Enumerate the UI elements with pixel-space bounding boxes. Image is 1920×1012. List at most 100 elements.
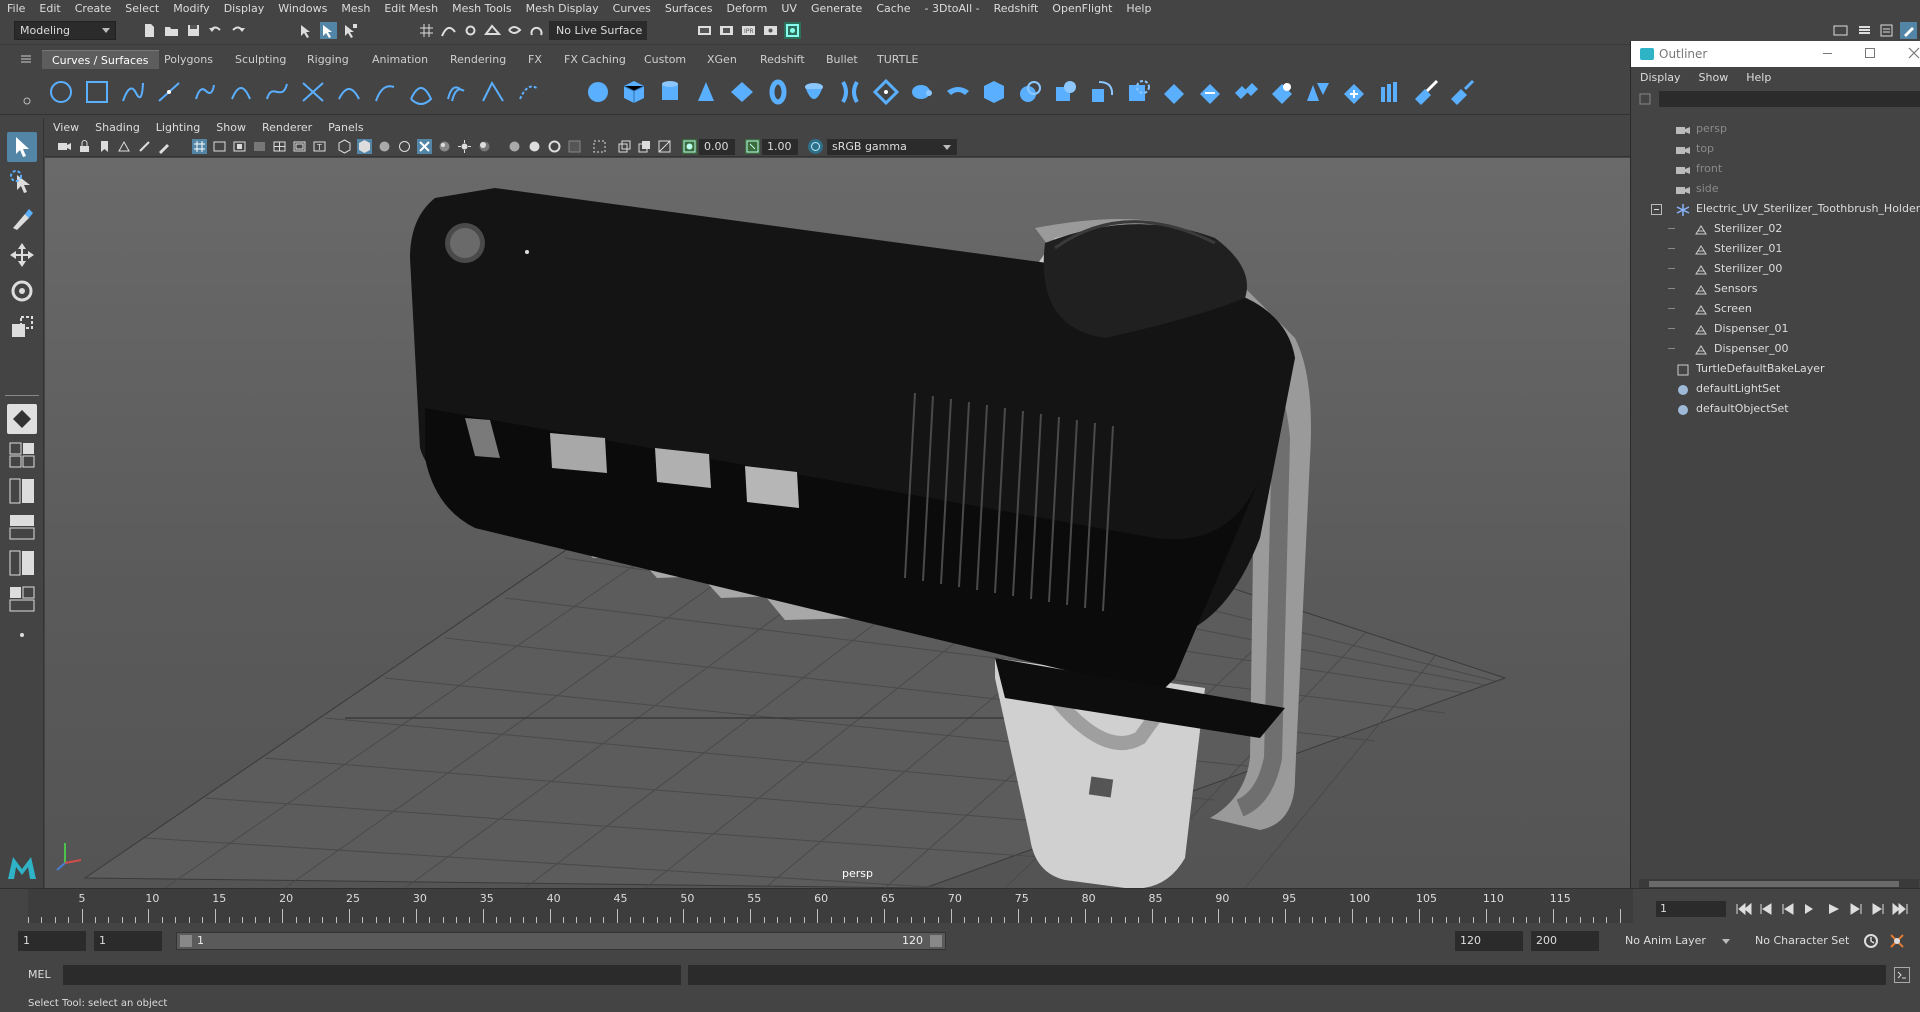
menu-file[interactable]: File bbox=[0, 0, 32, 17]
xray-joints-icon[interactable] bbox=[617, 139, 632, 154]
outliner-item-sterilizer-01[interactable]: Sterilizer_01 bbox=[1631, 239, 1920, 259]
attach-curves-icon[interactable] bbox=[300, 79, 326, 105]
outliner-menu-display[interactable]: Display bbox=[1631, 69, 1690, 87]
range-start-handle[interactable] bbox=[180, 935, 192, 947]
new-scene-icon[interactable] bbox=[141, 22, 158, 39]
outliner-layout-icon[interactable] bbox=[7, 584, 37, 614]
outliner-item-dispenser-00[interactable]: Dispenser_00 bbox=[1631, 339, 1920, 359]
menu-edit-mesh[interactable]: Edit Mesh bbox=[377, 0, 445, 17]
xray-icon[interactable] bbox=[417, 139, 432, 154]
select-component-icon[interactable] bbox=[342, 22, 359, 39]
menu-curves[interactable]: Curves bbox=[606, 0, 658, 17]
attach-surfaces-icon[interactable] bbox=[1233, 79, 1259, 105]
channel-box-icon[interactable] bbox=[1856, 22, 1873, 39]
lasso-tool-icon[interactable] bbox=[7, 168, 37, 198]
gamma-field[interactable]: 1.00 bbox=[762, 139, 798, 155]
bookmark-icon[interactable] bbox=[97, 139, 112, 154]
wireframe-icon[interactable] bbox=[337, 139, 352, 154]
script-editor-icon[interactable] bbox=[1894, 967, 1910, 983]
mode-selector[interactable]: Modeling bbox=[14, 21, 116, 40]
menu-windows[interactable]: Windows bbox=[271, 0, 334, 17]
close-icon[interactable] bbox=[1907, 45, 1920, 61]
nurbs-sphere-icon[interactable] bbox=[585, 79, 611, 105]
insert-knot-icon[interactable] bbox=[372, 79, 398, 105]
tab-fx[interactable]: FX bbox=[518, 50, 552, 69]
ipr-render-icon[interactable]: IPR bbox=[740, 22, 757, 39]
color-management-icon[interactable] bbox=[808, 139, 823, 154]
undo-icon[interactable] bbox=[207, 22, 224, 39]
arc-tool-icon[interactable] bbox=[228, 79, 254, 105]
tab-xgen[interactable]: XGen bbox=[697, 50, 747, 69]
paint-select-tool-icon[interactable] bbox=[7, 204, 37, 234]
xray-active-icon[interactable] bbox=[637, 139, 652, 154]
rebuild-curve-icon[interactable] bbox=[480, 79, 506, 105]
hypershade-layout-icon[interactable] bbox=[7, 548, 37, 578]
menu-edit[interactable]: Edit bbox=[32, 0, 67, 17]
ambient-occlusion-icon[interactable] bbox=[507, 139, 522, 154]
render-view-icon[interactable] bbox=[696, 22, 713, 39]
menu-uv[interactable]: UV bbox=[774, 0, 804, 17]
range-end-handle[interactable] bbox=[930, 935, 942, 947]
snap-grid-icon[interactable] bbox=[418, 22, 435, 39]
snap-curve-icon[interactable] bbox=[440, 22, 457, 39]
viewport-menu-show[interactable]: Show bbox=[208, 121, 254, 134]
playback-range-slider[interactable]: 1 120 bbox=[176, 932, 946, 950]
viewport-menu-panels[interactable]: Panels bbox=[320, 121, 371, 134]
nurbs-plane-icon[interactable] bbox=[729, 79, 755, 105]
render-current-frame-icon[interactable] bbox=[718, 22, 735, 39]
scene-end-field[interactable]: 200 bbox=[1531, 931, 1599, 951]
tab-bullet[interactable]: Bullet bbox=[816, 50, 868, 69]
outliner-item-sterilizer-02[interactable]: Sterilizer_02 bbox=[1631, 219, 1920, 239]
viewport-menu-view[interactable]: View bbox=[45, 121, 87, 134]
save-scene-icon[interactable] bbox=[185, 22, 202, 39]
intersect-surfaces-icon[interactable] bbox=[1125, 79, 1151, 105]
persp-graph-layout-icon[interactable] bbox=[7, 512, 37, 542]
menu-create[interactable]: Create bbox=[68, 0, 119, 17]
scale-tool-icon[interactable] bbox=[7, 312, 37, 342]
playback-start-field[interactable]: 1 bbox=[94, 931, 162, 951]
outliner-item-default-light-set[interactable]: defaultLightSet bbox=[1631, 379, 1920, 399]
snap-live-icon[interactable] bbox=[506, 22, 523, 39]
tab-fx-caching[interactable]: FX Caching bbox=[554, 50, 636, 69]
tool-settings-icon[interactable] bbox=[1900, 22, 1917, 39]
exposure-field[interactable]: 0.00 bbox=[699, 139, 735, 155]
menu-redshift[interactable]: Redshift bbox=[987, 0, 1046, 17]
use-all-lights-icon[interactable] bbox=[457, 139, 472, 154]
grid-toggle-icon[interactable] bbox=[192, 139, 207, 154]
untrim-icon[interactable] bbox=[1197, 79, 1223, 105]
bevel-plus-icon[interactable] bbox=[1053, 79, 1079, 105]
snap-view-plane-icon[interactable] bbox=[484, 22, 502, 39]
gamma-icon[interactable] bbox=[745, 139, 760, 154]
collapse-icon[interactable] bbox=[1651, 204, 1662, 215]
camera-icon[interactable] bbox=[57, 139, 72, 154]
detach-curves-icon[interactable] bbox=[336, 79, 362, 105]
resolution-gate-icon[interactable] bbox=[232, 139, 247, 154]
time-slider[interactable]: 1 5 10 15 20 25 30 35 40 45 50 55 60 65 70 75 80 85 90 95 1… bbox=[0, 888, 1920, 923]
command-input[interactable] bbox=[63, 965, 681, 985]
outliner-item-persp[interactable]: persp bbox=[1631, 119, 1920, 139]
outliner-item-default-object-set[interactable]: defaultObjectSet bbox=[1631, 399, 1920, 419]
depth-of-field-icon[interactable] bbox=[567, 139, 582, 154]
extend-surfaces-icon[interactable] bbox=[1413, 79, 1439, 105]
rotate-tool-icon[interactable] bbox=[7, 276, 37, 306]
rebuild-surfaces-icon[interactable] bbox=[1449, 79, 1475, 105]
snap-point-icon[interactable] bbox=[462, 22, 479, 39]
viewport-menu-lighting[interactable]: Lighting bbox=[148, 121, 208, 134]
anim-prefs-icon[interactable] bbox=[1888, 932, 1906, 950]
anti-aliasing-icon[interactable] bbox=[547, 139, 562, 154]
open-close-surfaces-icon[interactable] bbox=[1341, 79, 1367, 105]
menu-cache[interactable]: Cache bbox=[869, 0, 917, 17]
cv-curve-icon[interactable] bbox=[120, 79, 146, 105]
shelf-menu-icon[interactable] bbox=[20, 53, 32, 65]
render-settings-icon[interactable] bbox=[762, 22, 779, 39]
outliner-menu-help[interactable]: Help bbox=[1737, 69, 1780, 87]
outliner-hscroll-thumb[interactable] bbox=[1649, 881, 1899, 887]
outliner-item-top[interactable]: top bbox=[1631, 139, 1920, 159]
maximize-icon[interactable] bbox=[1865, 48, 1875, 58]
color-space-select[interactable]: sRGB gamma bbox=[827, 139, 957, 155]
nurbs-circle-icon[interactable] bbox=[48, 79, 74, 105]
trim-tool-icon[interactable] bbox=[1161, 79, 1187, 105]
insert-isoparms-icon[interactable] bbox=[1377, 79, 1403, 105]
menu-modify[interactable]: Modify bbox=[166, 0, 216, 17]
scene-start-field[interactable]: 1 bbox=[18, 931, 86, 951]
